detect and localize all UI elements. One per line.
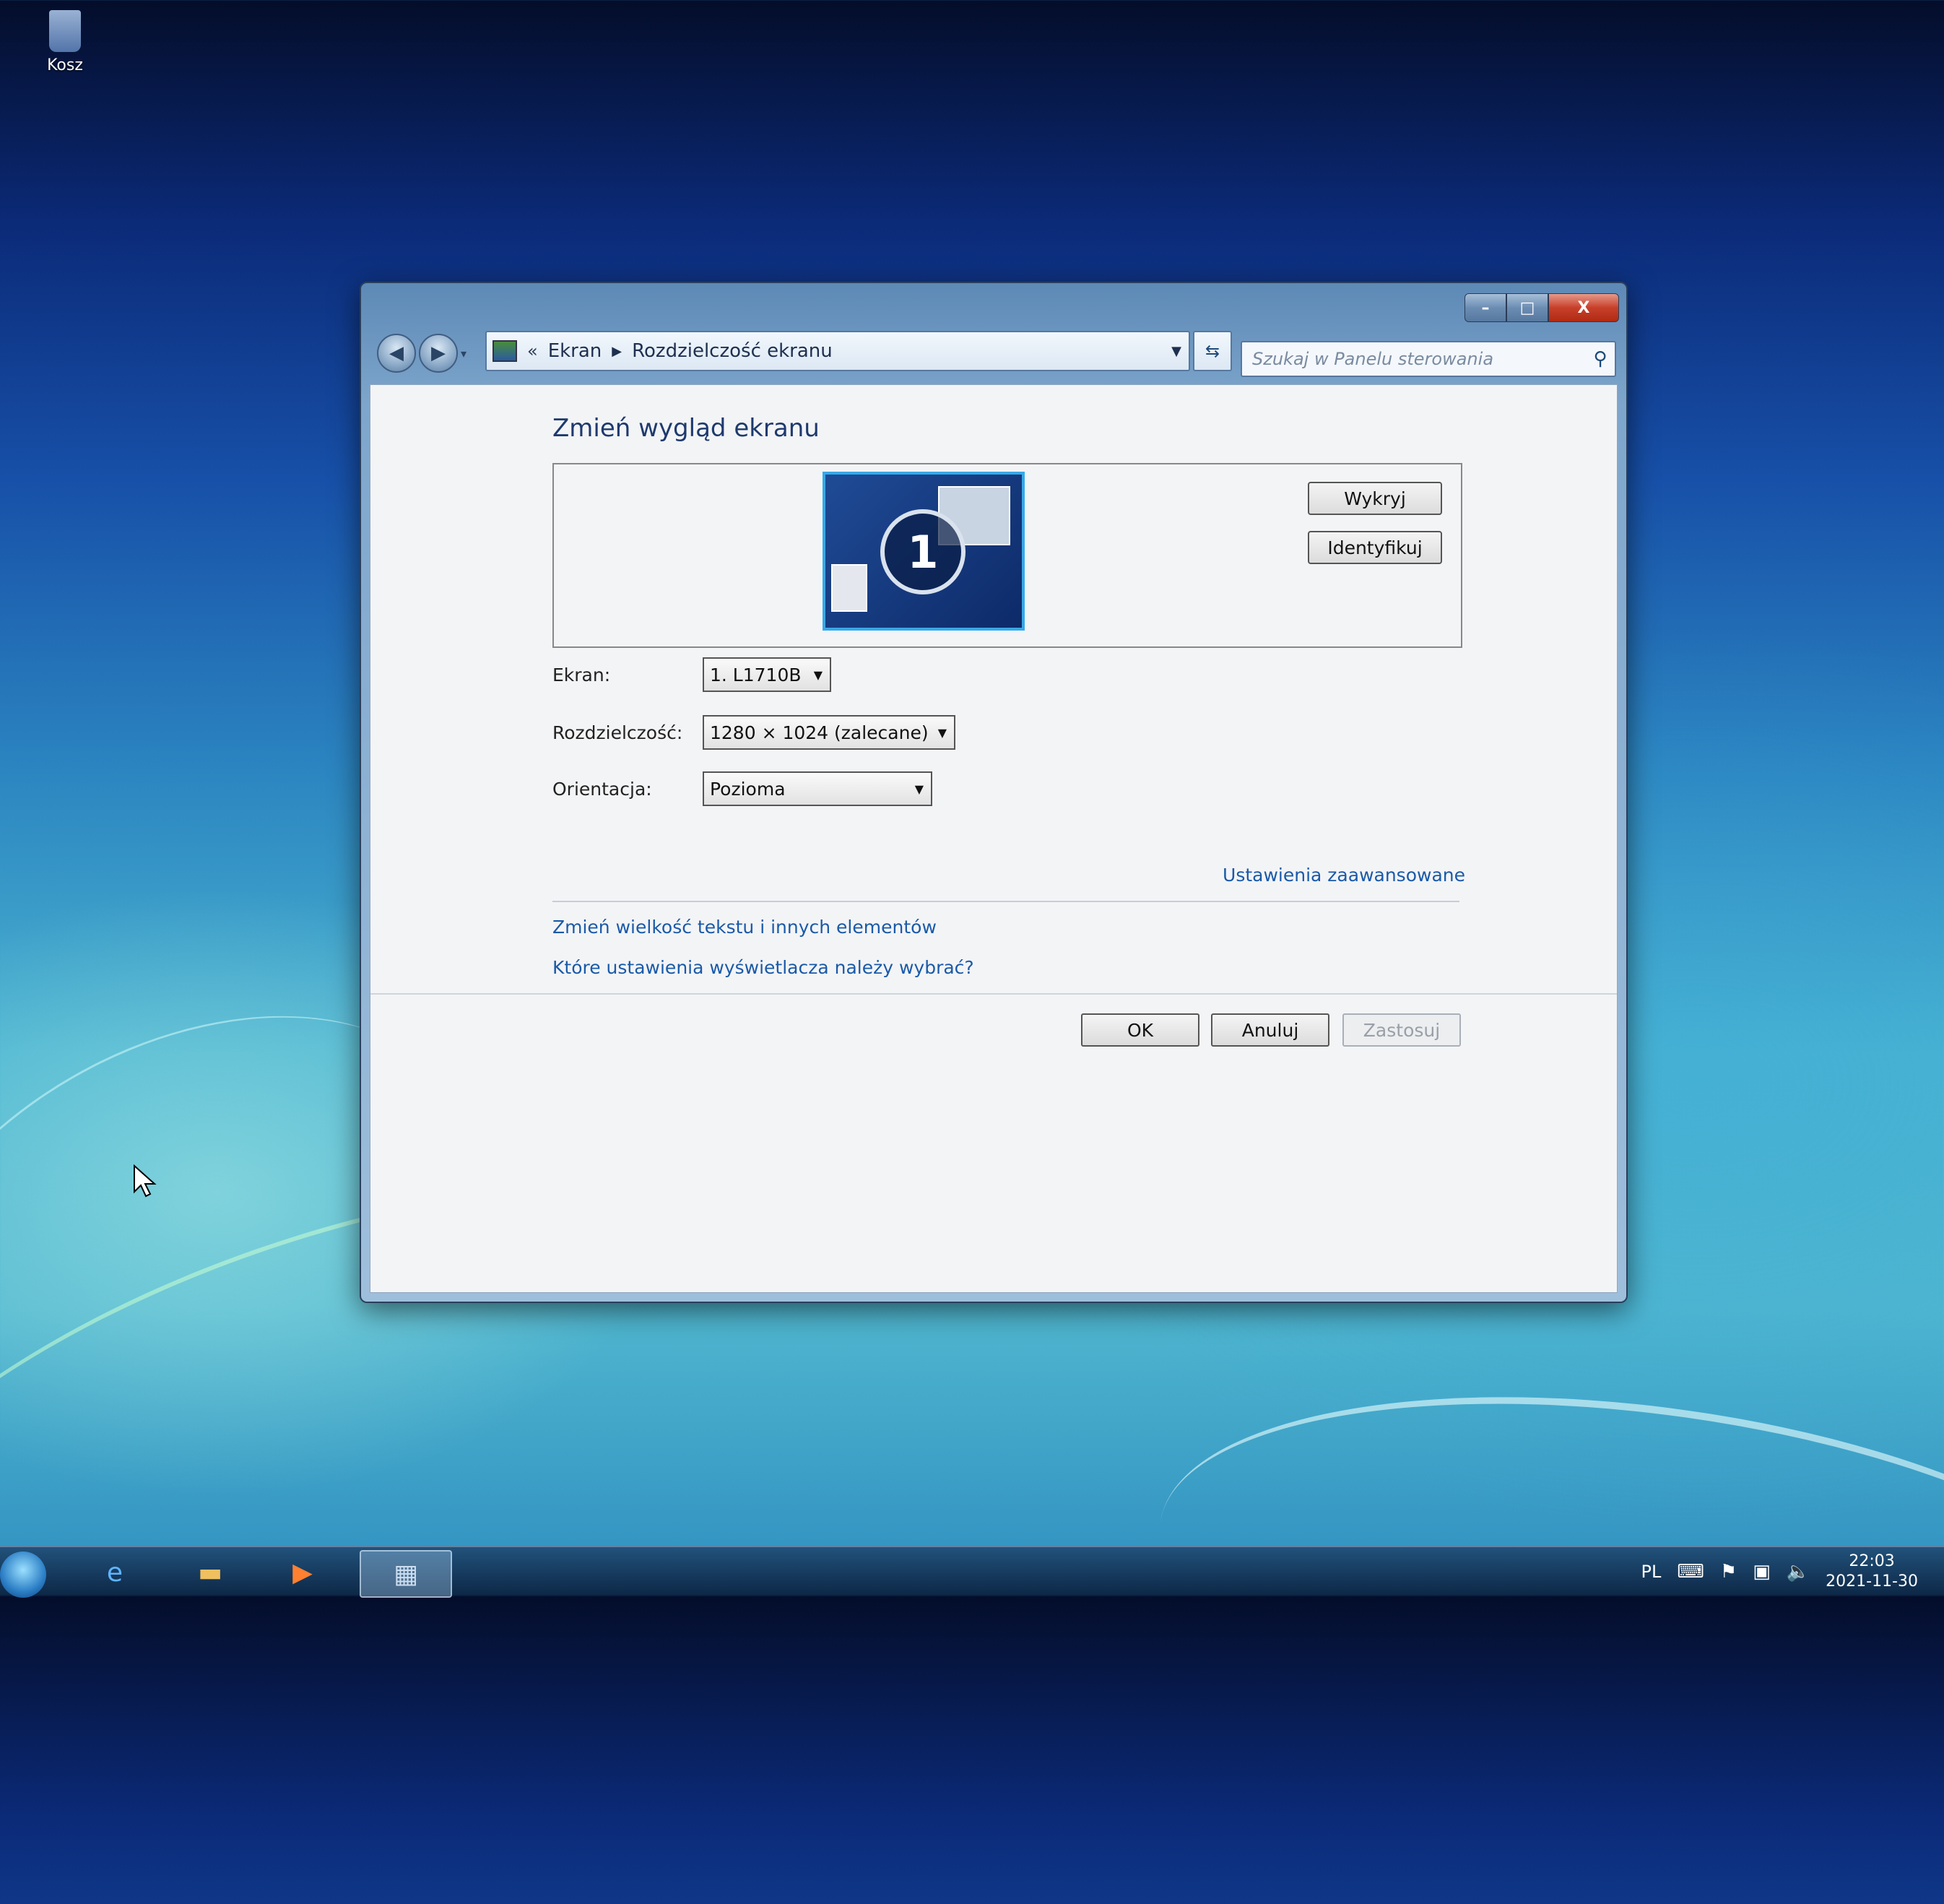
cancel-button[interactable]: Anuluj [1211, 1013, 1329, 1047]
breadcrumb-overflow[interactable]: « [527, 341, 538, 361]
divider [552, 901, 1459, 902]
back-button[interactable]: ◀ [377, 334, 416, 373]
page-title: Zmień wygląd ekranu [552, 414, 820, 443]
advanced-settings-link[interactable]: Ustawienia zaawansowane [1223, 865, 1465, 886]
resolution-select-value: 1280 × 1024 (zalecane) [710, 722, 929, 743]
minimize-button[interactable]: – [1464, 293, 1506, 322]
start-button[interactable] [0, 1552, 46, 1598]
search-icon[interactable]: ⚲ [1586, 348, 1615, 370]
display-label: Ekran: [552, 665, 703, 685]
monitor-arrangement: 1 Wykryj Identyfikuj [552, 463, 1462, 648]
chevron-down-icon: ▼ [814, 668, 823, 682]
media-player-icon[interactable]: ▶ [269, 1550, 337, 1595]
divider [370, 993, 1617, 995]
clock-time: 22:03 [1826, 1552, 1918, 1572]
resolution-label: Rozdzielczość: [552, 722, 703, 743]
identify-button[interactable]: Identyfikuj [1308, 531, 1442, 564]
recycle-bin-icon [49, 10, 81, 52]
clock[interactable]: 22:03 2021-11-30 [1826, 1552, 1918, 1592]
address-dropdown-icon[interactable]: ▼ [1171, 344, 1181, 359]
system-tray: PL ⌨ ⚑ ▣ 🔈 22:03 2021-11-30 [1641, 1547, 1944, 1596]
volume-icon[interactable]: 🔈 [1787, 1561, 1810, 1583]
ok-button[interactable]: OK [1081, 1013, 1199, 1047]
monitor-number-badge: 1 [880, 509, 966, 594]
text-size-link[interactable]: Zmień wielkość tekstu i innych elementów [552, 917, 937, 938]
address-bar[interactable]: « Ekran ▶ Rozdzielczość ekranu ▼ [485, 331, 1190, 371]
window-controls: – □ X [1464, 293, 1619, 321]
action-center-flag-icon[interactable]: ⚑ [1720, 1561, 1737, 1583]
close-button[interactable]: X [1548, 293, 1619, 322]
breadcrumb-item-ekran[interactable]: Ekran [548, 340, 602, 362]
apply-button[interactable]: Zastosuj [1342, 1013, 1461, 1047]
content-pane: Zmień wygląd ekranu 1 Wykryj Identyfikuj… [370, 384, 1618, 1293]
display-select[interactable]: 1. L1710B ▼ [703, 657, 831, 692]
screen-resolution-window: – □ X ◀ ▶ ▾ « Ekran ▶ Rozdzielczość ekra… [360, 282, 1628, 1303]
resolution-select[interactable]: 1280 × 1024 (zalecane) ▼ [703, 715, 955, 750]
search-input[interactable]: Szukaj w Panelu sterowania [1242, 349, 1586, 369]
keyboard-icon[interactable]: ⌨ [1677, 1561, 1704, 1583]
control-panel-icon [492, 340, 517, 362]
network-icon[interactable]: ▣ [1753, 1561, 1771, 1583]
language-indicator[interactable]: PL [1641, 1562, 1662, 1582]
forward-button[interactable]: ▶ [419, 334, 458, 373]
navigation-bar: ◀ ▶ ▾ « Ekran ▶ Rozdzielczość ekranu ▼ ⇆… [371, 331, 1616, 371]
orientation-select-value: Pozioma [710, 779, 786, 800]
internet-explorer-icon[interactable]: e [81, 1550, 149, 1595]
monitor-1-tile[interactable]: 1 [823, 472, 1025, 631]
chevron-down-icon: ▼ [915, 782, 924, 796]
desktop-icon-label: Kosz [35, 56, 95, 74]
detect-button[interactable]: Wykryj [1308, 482, 1442, 515]
maximize-button[interactable]: □ [1506, 293, 1548, 322]
orientation-label: Orientacja: [552, 779, 703, 800]
breadcrumb-item-resolution[interactable]: Rozdzielczość ekranu [632, 340, 833, 362]
display-row: Ekran: 1. L1710B ▼ [552, 657, 831, 693]
display-select-value: 1. L1710B [710, 665, 802, 685]
chevron-down-icon: ▼ [938, 726, 947, 740]
resolution-row: Rozdzielczość: 1280 × 1024 (zalecane) ▼ [552, 714, 955, 750]
orientation-select[interactable]: Pozioma ▼ [703, 771, 932, 806]
recent-pages-dropdown-icon[interactable]: ▾ [461, 347, 467, 360]
refresh-button[interactable]: ⇆ [1193, 331, 1232, 371]
control-panel-taskbar-button[interactable]: ▦ [360, 1550, 452, 1598]
desktop-icon-recycle-bin[interactable]: Kosz [35, 10, 95, 74]
orientation-row: Orientacja: Pozioma ▼ [552, 771, 932, 807]
display-settings-help-link[interactable]: Które ustawienia wyświetlacza należy wyb… [552, 957, 974, 978]
monitor-preview-window [831, 564, 867, 612]
breadcrumb-separator-icon[interactable]: ▶ [612, 344, 622, 359]
mouse-cursor-icon [133, 1164, 157, 1198]
folder-icon[interactable]: ▬ [176, 1550, 244, 1595]
taskbar: e ▬ ▶ ▦ PL ⌨ ⚑ ▣ 🔈 22:03 2021-11-30 [0, 1546, 1944, 1596]
search-box[interactable]: Szukaj w Panelu sterowania ⚲ [1241, 341, 1616, 377]
clock-date: 2021-11-30 [1826, 1572, 1918, 1592]
